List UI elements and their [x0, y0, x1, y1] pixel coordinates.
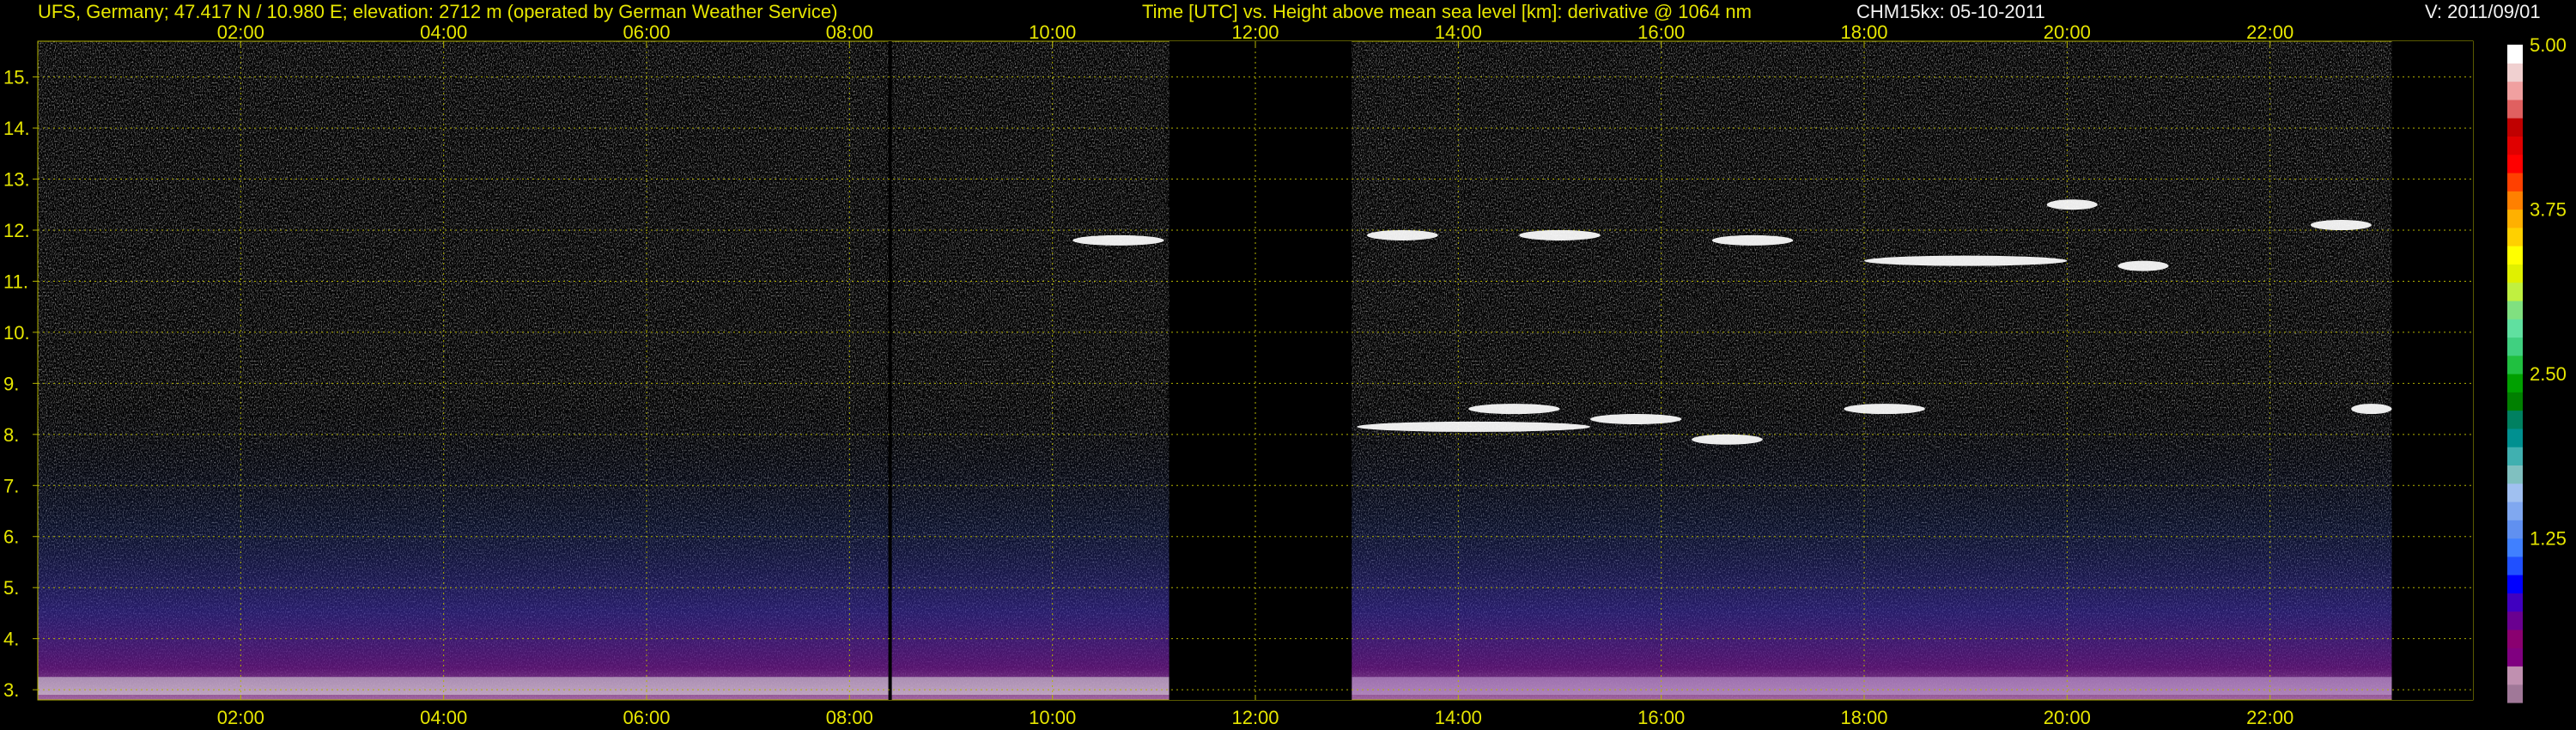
y-axis: 3. 4. 5. 6. 7. 8. 9. 10. 11. 12. 13. 14. 15.: [3, 67, 38, 701]
cloud-layer: [1519, 229, 1601, 240]
colorbar-segment: [2507, 246, 2523, 265]
colorbar-segment: [2507, 483, 2523, 502]
colorbar-segment: [2507, 45, 2523, 64]
y-tick-label: 4.: [3, 629, 19, 650]
cloud-layer: [1589, 413, 1682, 424]
x-tick-label-top: 10:00: [1029, 21, 1076, 43]
x-tick-label-top: 04:00: [420, 21, 467, 43]
colorbar-segment: [2507, 136, 2523, 155]
x-tick-label-top: 22:00: [2246, 21, 2293, 43]
cloud-layer: [1711, 234, 1794, 246]
colorbar-segment: [2507, 63, 2523, 82]
colorbar-segment: [2507, 337, 2523, 356]
colorbar-segment: [2507, 410, 2523, 429]
y-tick-label: 10.: [3, 322, 30, 344]
colorbar-segment: [2507, 520, 2523, 539]
x-tick-label-top: 08:00: [826, 21, 873, 43]
colorbar-segment: [2507, 666, 2523, 685]
colorbar-segment: [2507, 227, 2523, 246]
colorbar-segment: [2507, 428, 2523, 447]
x-tick-label-top: 18:00: [1840, 21, 1887, 43]
surface-layer-left: [38, 677, 1170, 696]
y-tick-label: 8.: [3, 424, 19, 446]
colorbar-segment: [2507, 465, 2523, 484]
colorbar-segment: [2507, 81, 2523, 100]
y-tick-label: 6.: [3, 526, 19, 548]
x-tick-label-bottom: 06:00: [623, 707, 670, 728]
colorbar-segment: [2507, 629, 2523, 648]
y-tick-label: 5.: [3, 577, 19, 599]
y-tick-label: 9.: [3, 373, 19, 394]
colorbar-segment: [2507, 264, 2523, 283]
cloud-layer: [1844, 404, 1925, 415]
colorbar-segment: [2507, 355, 2523, 374]
colorbar-segment: [2507, 374, 2523, 392]
x-tick-label-top: 12:00: [1231, 21, 1279, 43]
colorbar-segment: [2507, 556, 2523, 575]
colorbar-segment: [2507, 538, 2523, 557]
x-tick-label-bottom: 20:00: [2044, 707, 2091, 728]
colorbar-segment: [2507, 319, 2523, 338]
colorbar-segment: [2507, 611, 2523, 630]
y-tick-label: 14.: [3, 118, 30, 139]
x-tick-label-bottom: 02:00: [217, 707, 264, 728]
colorbar-tick-label: 5.00: [2530, 34, 2567, 56]
colorbar-segment: [2507, 392, 2523, 411]
x-tick-label-top: 20:00: [2044, 21, 2091, 43]
cloud-layer: [1864, 255, 2068, 266]
colorbar-segment: [2507, 118, 2523, 137]
colorbar-segment: [2507, 648, 2523, 667]
colorbar-segment: [2507, 575, 2523, 593]
x-tick-label-bottom: 18:00: [1840, 707, 1887, 728]
x-tick-label-bottom: 10:00: [1029, 707, 1076, 728]
colorbar-segment: [2507, 209, 2523, 228]
cloud-layer: [1468, 404, 1560, 415]
colorbar-segment: [2507, 282, 2523, 301]
x-tick-label-top: 14:00: [1435, 21, 1482, 43]
colorbar-segment: [2507, 172, 2523, 192]
x-tick-label-top: 02:00: [217, 21, 264, 43]
cloud-layer: [2310, 220, 2372, 231]
cloud-layer: [1692, 434, 1763, 445]
y-tick-label: 13.: [3, 169, 30, 191]
x-tick-label-top: 06:00: [623, 21, 670, 43]
cloud-layer: [1357, 421, 1590, 432]
y-tick-label: 3.: [3, 679, 19, 701]
colorbar-segment: [2507, 99, 2523, 119]
colorbar-segment: [2507, 154, 2523, 173]
y-tick-label: 12.: [3, 220, 30, 241]
x-tick-label-bottom: 16:00: [1637, 707, 1685, 728]
colorbar-segment: [2507, 191, 2523, 210]
colorbar-tick-label: 3.75: [2530, 199, 2567, 221]
x-tick-label-bottom: 14:00: [1435, 707, 1482, 728]
cloud-layer: [1072, 234, 1164, 246]
cloud-layer: [1366, 229, 1438, 240]
x-tick-label-bottom: 08:00: [826, 707, 873, 728]
cloud-layer: [2046, 199, 2098, 210]
x-tick-label-bottom: 12:00: [1231, 707, 1279, 728]
colorbar-segment: [2507, 501, 2523, 520]
instrument-gap-line: [888, 41, 892, 700]
colorbar-segment: [2507, 593, 2523, 612]
y-tick-label: 7.: [3, 475, 19, 496]
colorbar-segment: [2507, 447, 2523, 465]
data-gap: [1169, 41, 1352, 700]
colorbar-segment: [2507, 300, 2523, 319]
data-gap: [2391, 41, 2473, 700]
x-tick-label-bottom: 04:00: [420, 707, 467, 728]
cloud-layer: [2117, 260, 2169, 271]
cloud-layer: [2351, 404, 2392, 415]
y-tick-label: 15.: [3, 67, 30, 88]
y-tick-label: 11.: [3, 271, 28, 292]
colorbar: 5.00 3.75 2.50 1.25: [2507, 34, 2567, 703]
ceilometer-chart: 02:00 04:00 06:00 08:00 10:00 12:00 14:00 16:00…: [3, 21, 2567, 728]
colorbar-tick-label: 1.25: [2530, 528, 2567, 550]
x-tick-label-bottom: 22:00: [2246, 707, 2293, 728]
colorbar-tick-label: 2.50: [2530, 363, 2567, 385]
x-tick-label-top: 16:00: [1637, 21, 1685, 43]
surface-layer-right: [1352, 677, 2473, 696]
colorbar-segment: [2507, 684, 2523, 703]
